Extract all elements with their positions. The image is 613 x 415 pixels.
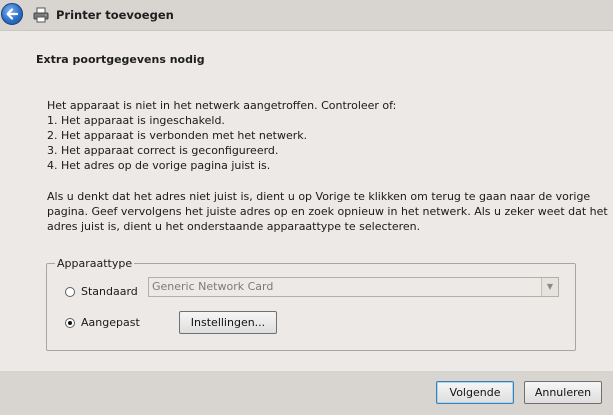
standard-device-value: Generic Network Card (152, 280, 274, 293)
intro-line: 4. Het adres op de vorige pagina juist i… (47, 159, 271, 172)
intro-line: Het apparaat is niet in het netwerk aang… (47, 99, 397, 112)
instruction-paragraph: Als u denkt dat het adres niet juist is,… (47, 189, 608, 234)
intro-line: 2. Het apparaat is verbonden met het net… (47, 129, 308, 142)
wizard-content: Extra poortgegevens nodig Het apparaat i… (0, 30, 613, 372)
device-type-legend: Apparaattype (55, 257, 135, 270)
intro-line: 1. Het apparaat is ingeschakeld. (47, 114, 225, 127)
page-heading: Extra poortgegevens nodig (36, 53, 205, 66)
custom-radio[interactable] (65, 318, 75, 328)
back-button[interactable] (1, 3, 23, 25)
chevron-down-icon[interactable]: ▼ (541, 278, 558, 296)
window-title: Printer toevoegen (56, 8, 174, 22)
intro-line: 3. Het apparaat correct is geconfigureer… (47, 144, 279, 157)
intro-text: Het apparaat is niet in het netwerk aang… (47, 98, 592, 173)
next-button[interactable]: Volgende (436, 381, 514, 404)
printer-icon (33, 7, 49, 23)
custom-radio-label[interactable]: Aangepast (81, 316, 140, 329)
paragraph-line: adres juist is, dient u het onderstaande… (47, 220, 421, 233)
device-type-group: Apparaattype Standaard Generic Network C… (46, 257, 576, 351)
cancel-button[interactable]: Annuleren (524, 381, 602, 404)
title-bar: Printer toevoegen (0, 0, 613, 30)
back-arrow-icon (6, 8, 19, 20)
wizard-footer: Volgende Annuleren (0, 371, 613, 415)
standard-radio[interactable] (65, 287, 75, 297)
paragraph-line: pagina. Geef vervolgens het juiste adres… (47, 205, 608, 218)
standard-device-select[interactable]: Generic Network Card ▼ (148, 277, 559, 297)
paragraph-line: Als u denkt dat het adres niet juist is,… (47, 190, 591, 203)
standard-radio-label[interactable]: Standaard (81, 285, 138, 298)
settings-button[interactable]: Instellingen... (179, 311, 277, 334)
